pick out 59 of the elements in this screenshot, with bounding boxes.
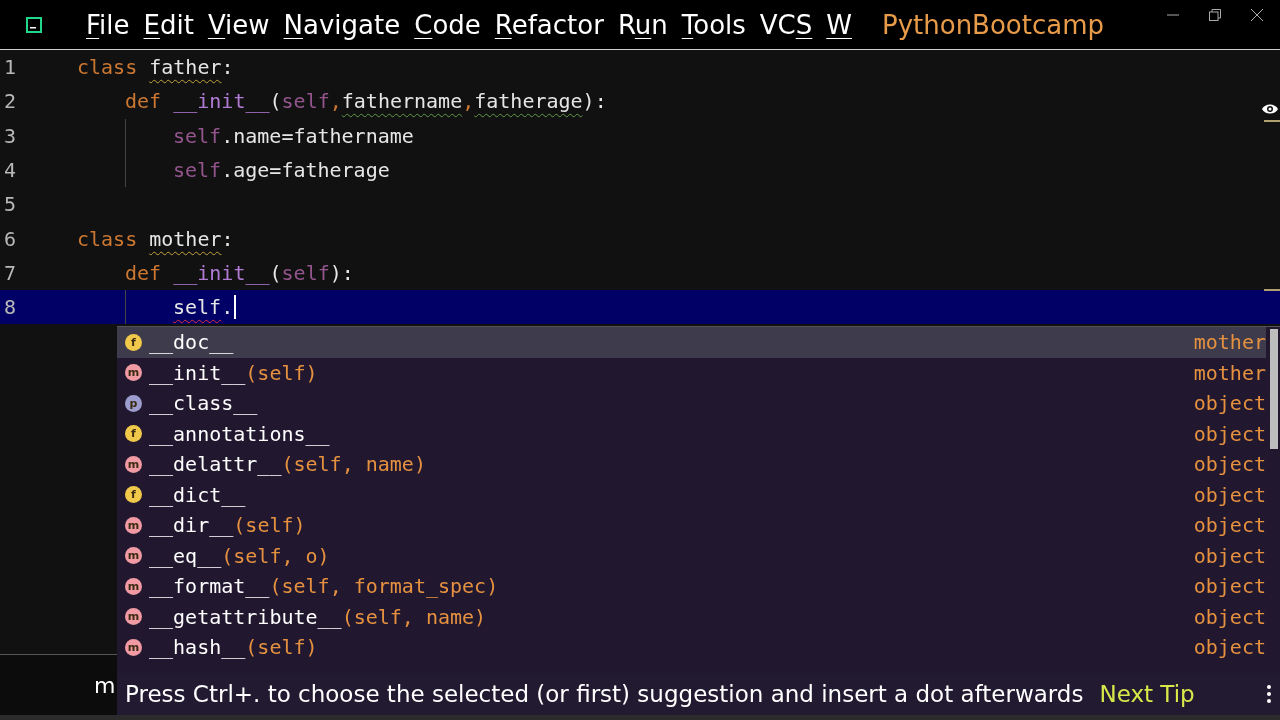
line-number: 7 <box>3 260 18 285</box>
code-text: self.age=fatherage <box>173 158 390 183</box>
code-text: self.name=fathername <box>173 123 414 148</box>
menu-item[interactable]: VCS <box>757 9 815 40</box>
scrollbar-thumb[interactable] <box>1270 329 1278 449</box>
completion-item[interactable]: m __eq__(self, o) object <box>117 540 1266 571</box>
line-number: 6 <box>3 226 18 251</box>
completion-kind-icon: m <box>125 577 142 595</box>
completion-kind-icon: m <box>125 638 142 656</box>
menu-item[interactable]: Tools <box>679 9 748 40</box>
close-icon[interactable] <box>1250 8 1264 22</box>
line-number: 5 <box>3 192 18 217</box>
panel-text: m <box>94 672 116 698</box>
completion-kind-icon: m <box>125 608 142 626</box>
menu-item[interactable]: W <box>824 9 854 40</box>
completion-item[interactable]: f __doc__ mother <box>117 327 1266 358</box>
restore-icon[interactable] <box>1208 8 1222 22</box>
menu-item[interactable]: View <box>205 9 272 40</box>
completion-kind-icon: f <box>125 333 142 351</box>
menu-item[interactable]: File <box>84 9 132 40</box>
completion-kind-icon: f <box>125 425 142 443</box>
completion-kind-icon: p <box>125 394 142 412</box>
app-logo-icon <box>26 16 42 33</box>
line-number: 8 <box>3 295 18 320</box>
code-text: def __init__(self,fathername,fatherage): <box>125 89 607 114</box>
menu-item[interactable]: Navigate <box>281 9 403 40</box>
line-number: 2 <box>3 89 18 114</box>
completion-item[interactable]: m __format__(self, format_spec) object <box>117 571 1266 602</box>
next-tip-link[interactable]: Next Tip <box>1099 681 1195 707</box>
project-name: PythonBootcamp <box>882 9 1105 40</box>
completion-kind-icon: m <box>125 516 142 534</box>
completion-kind-icon: f <box>125 486 142 504</box>
completion-item[interactable]: m __getattribute__(self, name) object <box>117 601 1266 632</box>
eye-icon[interactable] <box>1262 103 1278 115</box>
menu-item[interactable]: Run <box>615 9 670 40</box>
completion-item[interactable]: m __init__(self) mother <box>117 357 1266 388</box>
line-number: 4 <box>3 158 18 183</box>
code-text: self. <box>173 295 237 320</box>
code-text: class mother: <box>77 226 234 251</box>
menu-item[interactable]: Edit <box>141 9 196 40</box>
warning-marker[interactable] <box>1264 289 1280 291</box>
menu-item[interactable]: Refactor <box>492 9 606 40</box>
completion-kind-icon: m <box>125 547 142 565</box>
completion-item[interactable]: f __dict__ object <box>117 479 1266 510</box>
warning-marker[interactable] <box>1264 120 1280 122</box>
tip-text: Press Ctrl+. to choose the selected (or first) suggestion and insert a dot afterwards <box>125 681 1084 707</box>
line-number: 1 <box>3 55 18 80</box>
completion-item[interactable]: f __annotations__ object <box>117 418 1266 449</box>
menu-item[interactable]: Code <box>412 9 483 40</box>
more-options-icon[interactable] <box>1266 684 1272 704</box>
code-text: class father: <box>77 55 234 80</box>
completion-item[interactable]: m __dir__(self) object <box>117 510 1266 541</box>
completion-kind-icon: m <box>125 364 142 382</box>
completion-item[interactable]: m __delattr__(self, name) object <box>117 449 1266 480</box>
completion-kind-icon: m <box>125 455 142 473</box>
code-text: def __init__(self): <box>125 260 354 285</box>
completion-item[interactable]: m __hash__(self) object <box>117 632 1266 663</box>
completion-item[interactable]: p __class__ object <box>117 388 1266 419</box>
line-number: 3 <box>3 123 18 148</box>
